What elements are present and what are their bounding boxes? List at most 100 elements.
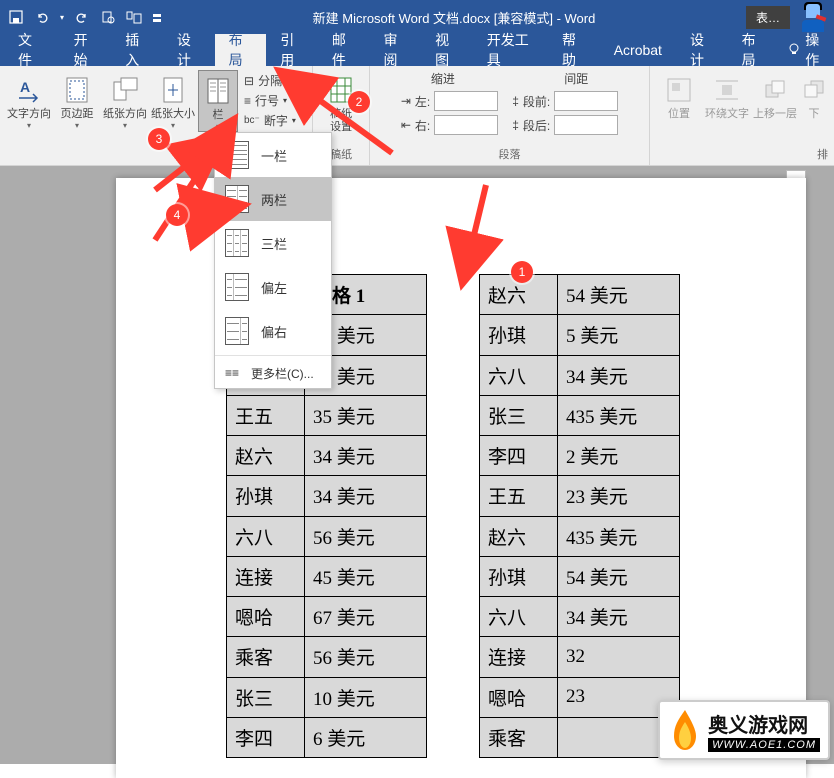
cell-name[interactable]: 连接 <box>480 637 558 677</box>
cell-name[interactable]: 乘客 <box>480 717 558 757</box>
tab-help[interactable]: 帮助 <box>548 34 600 66</box>
cell-name[interactable]: 六八 <box>480 597 558 637</box>
cell-price[interactable]: 45 美元 <box>305 556 427 596</box>
wrap-text-button[interactable]: 环绕文字 <box>704 70 750 121</box>
cell-name[interactable]: 六八 <box>480 355 558 395</box>
cell-price[interactable]: 56 美元 <box>305 516 427 556</box>
tab-acrobat[interactable]: Acrobat <box>600 34 676 66</box>
columns-right[interactable]: 偏右 <box>215 309 331 353</box>
cell-name[interactable]: 张三 <box>227 677 305 717</box>
table-row[interactable]: 李四6 美元 <box>227 717 427 757</box>
table-row[interactable]: 孙琪54 美元 <box>480 556 680 596</box>
table-row[interactable]: 孙琪5 美元 <box>480 315 680 355</box>
undo-dropdown-icon[interactable]: ▾ <box>60 13 64 22</box>
cell-name[interactable]: 孙琪 <box>227 476 305 516</box>
cell-price[interactable]: 34 美元 <box>558 597 680 637</box>
cell-name[interactable]: 孙琪 <box>480 556 558 596</box>
cell-price[interactable]: 5 美元 <box>558 315 680 355</box>
table-row[interactable]: 张三10 美元 <box>227 677 427 717</box>
table-row[interactable]: 张三435 美元 <box>480 395 680 435</box>
columns-more[interactable]: ≡≡ 更多栏(C)... <box>215 358 331 388</box>
qat-customize-icon[interactable]: 〓 <box>152 10 162 25</box>
table-row[interactable]: 六八34 美元 <box>480 355 680 395</box>
cell-name[interactable]: 赵六 <box>227 436 305 476</box>
table-row[interactable]: 乘客56 美元 <box>227 637 427 677</box>
table-row[interactable]: 赵六34 美元 <box>227 436 427 476</box>
table-row[interactable]: 赵六435 美元 <box>480 516 680 556</box>
tab-view[interactable]: 视图 <box>421 34 473 66</box>
undo-icon[interactable] <box>34 9 50 25</box>
size-button[interactable]: 纸张大小 ▾ <box>150 70 196 130</box>
cell-name[interactable]: 张三 <box>480 395 558 435</box>
line-numbers-button[interactable]: ≡行号▾ <box>244 92 302 109</box>
table-row[interactable]: 乘客 <box>480 717 680 757</box>
table-row[interactable]: 连接45 美元 <box>227 556 427 596</box>
columns-one[interactable]: 一栏 <box>215 133 331 177</box>
send-backward-button[interactable]: 下 <box>800 70 828 121</box>
tab-developer[interactable]: 开发工具 <box>473 34 548 66</box>
cell-price[interactable]: 35 美元 <box>305 395 427 435</box>
orientation-button[interactable]: 纸张方向 ▾ <box>102 70 148 130</box>
spacing-before-input[interactable] <box>554 91 618 111</box>
table-row[interactable]: 赵六54 美元 <box>480 275 680 315</box>
table-row[interactable]: 李四2 美元 <box>480 436 680 476</box>
cell-price[interactable]: 34 美元 <box>305 476 427 516</box>
cell-name[interactable]: 王五 <box>227 395 305 435</box>
cell-price[interactable]: 56 美元 <box>305 637 427 677</box>
cell-name[interactable]: 李四 <box>480 436 558 476</box>
table-row[interactable]: 连接32 <box>480 637 680 677</box>
columns-left[interactable]: 偏左 <box>215 265 331 309</box>
cell-price[interactable]: 34 美元 <box>305 436 427 476</box>
tab-design[interactable]: 设计 <box>163 34 215 66</box>
indent-left-input[interactable] <box>434 91 498 111</box>
cell-name[interactable]: 连接 <box>227 556 305 596</box>
cell-name[interactable]: 孙琪 <box>480 315 558 355</box>
cell-price[interactable]: 6 美元 <box>305 717 427 757</box>
cell-name[interactable]: 赵六 <box>480 516 558 556</box>
tab-mailings[interactable]: 邮件 <box>318 34 370 66</box>
table-row[interactable]: 嗯哈67 美元 <box>227 597 427 637</box>
cell-price[interactable]: 2 美元 <box>558 436 680 476</box>
cell-name[interactable]: 六八 <box>227 516 305 556</box>
cell-name[interactable]: 嗯哈 <box>227 597 305 637</box>
spacing-after-input[interactable] <box>554 115 618 135</box>
table-row[interactable]: 孙琪34 美元 <box>227 476 427 516</box>
tab-file[interactable]: 文件 <box>0 34 60 66</box>
tab-insert[interactable]: 插入 <box>111 34 163 66</box>
columns-two[interactable]: 两栏 <box>215 177 331 221</box>
breaks-button[interactable]: ⊟分隔符▾ <box>244 72 302 89</box>
text-direction-button[interactable]: A 文字方向 ▾ <box>6 70 52 130</box>
save-icon[interactable] <box>8 9 24 25</box>
touch-mode-icon[interactable] <box>126 9 142 25</box>
margins-button[interactable]: 页边距 ▾ <box>54 70 100 130</box>
table-row[interactable]: 王五35 美元 <box>227 395 427 435</box>
cell-name[interactable]: 嗯哈 <box>480 677 558 717</box>
redo-icon[interactable] <box>74 9 90 25</box>
cell-price[interactable]: 67 美元 <box>305 597 427 637</box>
columns-button[interactable]: 栏 ▾ <box>198 70 238 132</box>
cell-price[interactable]: 10 美元 <box>305 677 427 717</box>
cell-name[interactable]: 王五 <box>480 476 558 516</box>
columns-three[interactable]: 三栏 <box>215 221 331 265</box>
tab-layout[interactable]: 布局 <box>215 34 267 66</box>
cell-price[interactable]: 34 美元 <box>558 355 680 395</box>
table-row[interactable]: 嗯哈23 <box>480 677 680 717</box>
cell-price[interactable]: 54 美元 <box>558 275 680 315</box>
cell-price[interactable]: 54 美元 <box>558 556 680 596</box>
cell-price[interactable]: 435 美元 <box>558 516 680 556</box>
table-row[interactable]: 六八56 美元 <box>227 516 427 556</box>
cell-price[interactable]: 32 <box>558 637 680 677</box>
tab-references[interactable]: 引用 <box>266 34 318 66</box>
tab-table-layout[interactable]: 布局 <box>728 34 780 66</box>
cell-name[interactable]: 乘客 <box>227 637 305 677</box>
tell-me[interactable]: 操作 <box>779 30 834 70</box>
user-avatar[interactable] <box>798 2 828 32</box>
print-preview-icon[interactable] <box>100 9 116 25</box>
indent-right-input[interactable] <box>434 115 498 135</box>
bring-forward-button[interactable]: 上移一层 <box>752 70 798 121</box>
table-row[interactable]: 王五23 美元 <box>480 476 680 516</box>
tab-review[interactable]: 审阅 <box>369 34 421 66</box>
table-tools-context[interactable]: 表… <box>746 6 790 29</box>
cell-name[interactable]: 李四 <box>227 717 305 757</box>
tab-home[interactable]: 开始 <box>60 34 112 66</box>
